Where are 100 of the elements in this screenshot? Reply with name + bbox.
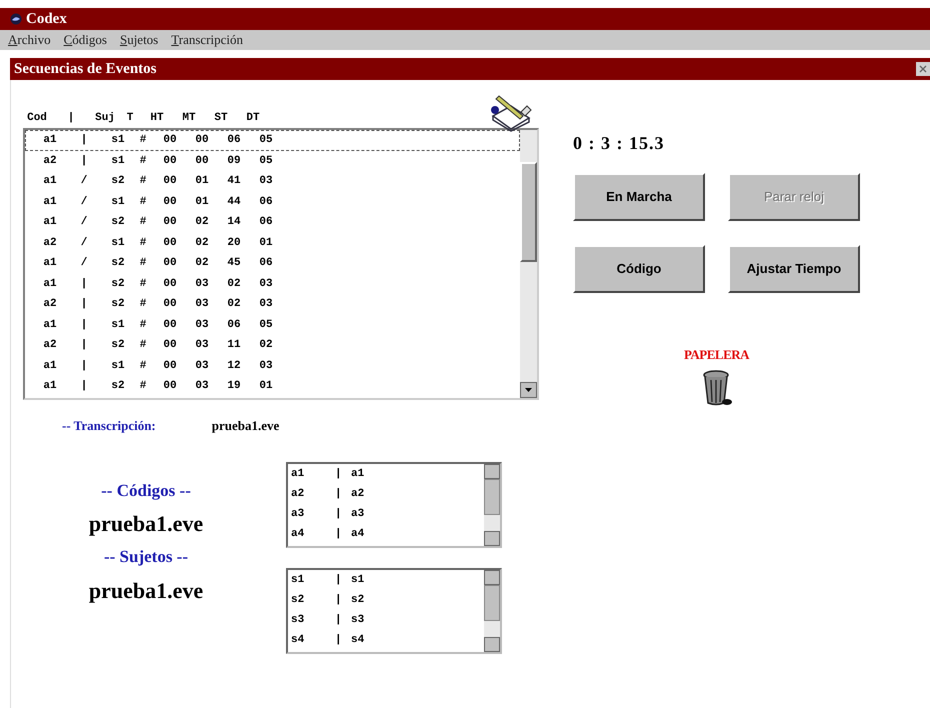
subjects-file: prueba1.eve bbox=[88, 576, 204, 605]
column-header: T bbox=[126, 110, 134, 126]
table-cell-text: | bbox=[80, 276, 88, 292]
table-cell-text: 00 bbox=[162, 358, 178, 374]
list-row[interactable]: a1 | s1 # 00 03 12 03 bbox=[25, 356, 520, 376]
table-cell-text: # bbox=[138, 358, 148, 374]
table-cell-text: | bbox=[80, 379, 88, 394]
list-cell-text: s3 bbox=[351, 613, 366, 628]
list-cell-text: | bbox=[335, 527, 343, 542]
window-title: Codex bbox=[26, 10, 67, 29]
table-cell-text: | bbox=[80, 338, 88, 353]
table-cell-text: # bbox=[138, 194, 148, 210]
table-cell-text: 00 bbox=[162, 297, 178, 312]
menu-item[interactable]: Transcripción bbox=[171, 30, 243, 50]
table-cell-text: 03 bbox=[258, 358, 274, 374]
table-cell-text: s1 bbox=[110, 154, 126, 168]
table-cell-text: 11 bbox=[226, 338, 242, 353]
table-cell-text: / bbox=[80, 174, 88, 189]
table-cell-text: 20 bbox=[226, 236, 242, 250]
table-cell-text: s2 bbox=[110, 174, 126, 189]
codes-file: prueba1.eve bbox=[88, 510, 204, 538]
menu-item[interactable]: Sujetos bbox=[120, 30, 158, 50]
trash-can-icon[interactable] bbox=[700, 368, 732, 406]
list-cell-text: a4 bbox=[351, 527, 366, 542]
table-cell-text: 00 bbox=[194, 133, 210, 148]
scroll-up-button[interactable] bbox=[484, 570, 500, 584]
scrollbar[interactable] bbox=[520, 130, 537, 398]
table-cell-text: 01 bbox=[194, 194, 210, 210]
table-cell-text: 19 bbox=[226, 379, 242, 394]
list-row[interactable]: a2 | s1 # 00 00 09 05 bbox=[25, 150, 520, 171]
table-cell-text: # bbox=[138, 338, 148, 353]
list-row[interactable]: a2 | s2 # 00 03 02 03 bbox=[25, 294, 520, 314]
scroll-down-button[interactable] bbox=[484, 636, 500, 652]
table-cell-text: s2 bbox=[110, 215, 126, 230]
table-cell-text: 03 bbox=[194, 379, 210, 394]
list-row[interactable]: a1 | s2 # 00 03 19 01 bbox=[25, 376, 520, 396]
table-cell-text: | bbox=[80, 318, 88, 332]
list-row[interactable]: a2 / s1 # 00 02 20 01 bbox=[25, 232, 520, 253]
table-cell-text: 01 bbox=[258, 236, 274, 250]
menu-item[interactable]: Archivo bbox=[8, 30, 51, 50]
list-row[interactable]: a1 | s2 # 00 03 02 03 bbox=[25, 274, 520, 294]
table-cell-text: a1 bbox=[42, 318, 58, 332]
table-cell-text: 05 bbox=[258, 318, 274, 332]
close-button[interactable] bbox=[916, 62, 930, 76]
trash-label: PAPELERA bbox=[684, 346, 750, 364]
scrollbar[interactable] bbox=[484, 570, 500, 652]
scrollbar-thumb[interactable] bbox=[484, 584, 500, 620]
table-cell-text: 02 bbox=[194, 256, 210, 271]
table-cell-text: a2 bbox=[42, 236, 58, 250]
push-button[interactable]: En Marcha bbox=[573, 173, 705, 221]
list-cell-text: | bbox=[335, 613, 343, 628]
scroll-down-button[interactable] bbox=[520, 382, 537, 398]
list-cell-text: | bbox=[335, 593, 343, 608]
table-cell-text: | bbox=[80, 358, 88, 374]
table-cell-text: 03 bbox=[194, 358, 210, 374]
list-row[interactable]: a1 | s1 # 00 00 06 05 bbox=[25, 130, 520, 150]
scrollbar-thumb[interactable] bbox=[484, 478, 500, 514]
table-cell-text: # bbox=[138, 174, 148, 189]
list-row[interactable]: a1 | s1 # 00 03 06 05 bbox=[25, 314, 520, 335]
list-row[interactable]: a1 / s1 # 00 01 44 06 bbox=[25, 192, 520, 212]
table-cell-text: 03 bbox=[194, 338, 210, 353]
table-cell-text: a1 bbox=[42, 256, 58, 271]
table-cell-text: 00 bbox=[162, 338, 178, 353]
subjects-label: -- Sujetos -- bbox=[104, 546, 188, 568]
list-cell-text: | bbox=[335, 633, 343, 648]
app-icon bbox=[10, 13, 22, 25]
push-button[interactable]: Código bbox=[573, 245, 705, 293]
scroll-up-button[interactable] bbox=[484, 464, 500, 478]
table-cell-text: 05 bbox=[258, 133, 274, 148]
list-row[interactable]: a1 / s2 # 00 01 41 03 bbox=[25, 171, 520, 192]
scrollbar[interactable] bbox=[484, 464, 500, 546]
table-cell-text: s2 bbox=[110, 338, 126, 353]
table-cell-text: s1 bbox=[110, 358, 126, 374]
menu-item[interactable]: Códigos bbox=[64, 30, 107, 50]
table-cell-text: # bbox=[138, 154, 148, 168]
table-cell-text: 03 bbox=[194, 318, 210, 332]
list-cell-text: s3 bbox=[291, 613, 306, 628]
scroll-down-button[interactable] bbox=[484, 530, 500, 546]
list-row[interactable]: a1 / s2 # 00 02 14 06 bbox=[25, 212, 520, 232]
table-cell-text: a1 bbox=[42, 194, 58, 210]
table-cell-text: s1 bbox=[110, 236, 126, 250]
table-cell-text: a2 bbox=[42, 297, 58, 312]
table-cell-text: s2 bbox=[110, 256, 126, 271]
down-arrow-icon bbox=[525, 388, 532, 392]
column-header: ST bbox=[213, 110, 229, 126]
table-cell-text: 05 bbox=[258, 154, 274, 168]
table-cell-text: # bbox=[138, 297, 148, 312]
table-cell-text: s2 bbox=[110, 297, 126, 312]
list-row[interactable]: a2 | s2 # 00 03 11 02 bbox=[25, 335, 520, 356]
push-button[interactable]: Ajustar Tiempo bbox=[728, 245, 860, 293]
table-cell-text: 44 bbox=[226, 194, 242, 210]
column-header: | bbox=[66, 110, 76, 126]
table-cell-text: 02 bbox=[258, 338, 274, 353]
table-cell-text: 00 bbox=[162, 379, 178, 394]
column-header: MT bbox=[181, 110, 197, 126]
list-cell-text: a1 bbox=[291, 467, 306, 482]
list-row[interactable]: a1 / s2 # 00 02 45 06 bbox=[25, 253, 520, 274]
table-cell-text: 03 bbox=[258, 297, 274, 312]
table-cell-text: 00 bbox=[162, 154, 178, 168]
list-cell-text: a2 bbox=[291, 487, 306, 502]
